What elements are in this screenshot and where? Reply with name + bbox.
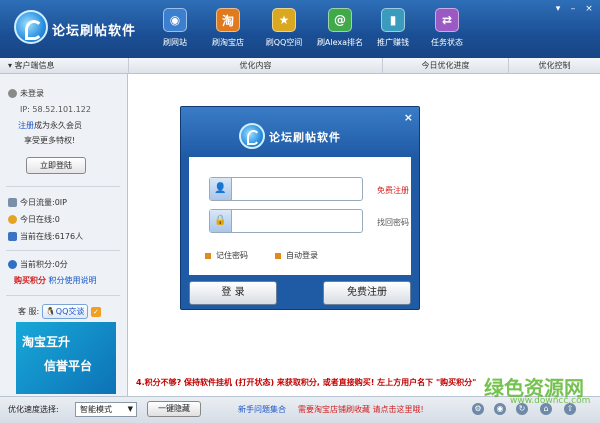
support-link[interactable]: 需要淘宝店铺刷收藏 请点击这里哦!	[298, 404, 424, 415]
login-now-button[interactable]: 立即登陆	[26, 157, 86, 174]
username-input[interactable]	[234, 180, 360, 198]
thumb-icon	[8, 198, 17, 207]
lock-icon: 🔒	[210, 210, 232, 232]
nav-item-website[interactable]: ◉ 刷网站	[150, 8, 200, 48]
column-control: 优化控制	[508, 58, 600, 74]
speed-label: 优化速度选择:	[8, 405, 59, 414]
traffic-row: 今日流量:0IP	[8, 197, 67, 208]
login-status: 未登录	[8, 88, 44, 99]
privilege-text: 享受更多特权!	[24, 136, 76, 145]
settings-icon[interactable]: ⚙	[472, 403, 484, 415]
globe-icon: ◉	[163, 8, 187, 32]
password-field[interactable]: 🔒	[209, 209, 363, 233]
nav-item-qzone[interactable]: ★ 刷QQ空间	[259, 8, 309, 48]
buy-points-link[interactable]: 购买积分	[14, 276, 46, 285]
column-client-info: ▾ 客户端信息	[8, 61, 55, 70]
register-button[interactable]: 免费注册	[323, 281, 411, 305]
users-icon	[8, 232, 17, 241]
register-link[interactable]: 注册	[18, 121, 34, 130]
qq-icon: 🐧	[45, 307, 56, 316]
customer-service-row: 客 服: 🐧QQ交谈 ✓	[18, 304, 101, 319]
taobao-icon: 淘	[216, 8, 240, 32]
dialog-body: 👤 免费注册 🔒 找回密码 记住密码 自动登录	[189, 157, 411, 275]
points-help-link[interactable]: 积分使用说明	[49, 276, 97, 285]
remember-password-checkbox[interactable]: 记住密码	[205, 250, 248, 261]
app-header: 论坛刷帖软件 ◉ 刷网站 淘 刷淘宝店 ★ 刷QQ空间 @ 刷Alexa排名 ▮…	[0, 0, 600, 58]
nav-item-task-status[interactable]: ⇄ 任务状态	[422, 8, 472, 48]
free-register-link[interactable]: 免费注册	[377, 185, 409, 196]
column-header-bar: ▾ 客户端信息 优化内容 今日优化进度 优化控制	[0, 58, 600, 74]
online-row: 今日在线:0	[8, 214, 60, 225]
at-icon: @	[328, 8, 352, 32]
app-title: 论坛刷帖软件	[52, 24, 137, 39]
column-content: 优化内容	[128, 58, 382, 74]
minimize-icon[interactable]: –	[567, 4, 579, 14]
points-row: 当前积分:0分	[8, 259, 68, 270]
taobao-banner[interactable]: 淘宝互升 信誉平台	[16, 322, 116, 394]
password-input[interactable]	[234, 212, 360, 230]
column-progress: 今日优化进度	[382, 58, 508, 74]
app-logo: 论坛刷帖软件	[14, 10, 144, 46]
client-info-panel: 未登录 IP: 58.52.101.122 注册成为永久会员 享受更多特权! 立…	[0, 74, 128, 396]
logo-icon	[239, 123, 265, 149]
points-links: 购买积分 积分使用说明	[14, 275, 97, 286]
user-icon	[8, 89, 17, 98]
clock-icon	[8, 215, 17, 224]
hide-button[interactable]: 一键隐藏	[147, 401, 201, 417]
nav-item-promote[interactable]: ▮ 推广赚钱	[368, 8, 418, 48]
divider	[6, 186, 120, 187]
current-online-row: 当前在线:6176人	[8, 231, 83, 242]
watermark-url: www.downcc.com	[510, 396, 591, 406]
chart-icon: ▮	[381, 8, 405, 32]
info-icon	[8, 260, 17, 269]
login-dialog: 论坛刷帖软件 × 👤 免费注册 🔒 找回密码 记住密码 自动登录 登 录 免费注…	[180, 106, 420, 310]
checkbox-icon	[275, 252, 281, 259]
speed-select[interactable]: 智能模式 ▼	[75, 402, 137, 417]
user-icon: 👤	[210, 178, 232, 200]
nav-item-alexa[interactable]: @ 刷Alexa排名	[315, 8, 365, 48]
checkbox-icon	[205, 252, 211, 259]
recover-password-link[interactable]: 找回密码	[377, 217, 409, 228]
dialog-header: 论坛刷帖软件 ×	[181, 107, 419, 157]
dialog-close-icon[interactable]: ×	[404, 111, 413, 124]
auto-login-checkbox[interactable]: 自动登录	[275, 250, 318, 261]
chevron-down-icon: ▼	[127, 405, 133, 413]
divider	[6, 250, 120, 251]
login-button[interactable]: 登 录	[189, 281, 277, 305]
star-icon: ★	[272, 8, 296, 32]
qq-chat-button[interactable]: 🐧QQ交谈	[41, 304, 89, 319]
notice-text: 4.积分不够? 保持软件挂机 (打开状态) 来获取积分, 或者直接购买! 左上方…	[136, 378, 477, 387]
check-icon: ✓	[90, 306, 101, 317]
close-icon[interactable]: ×	[583, 4, 595, 14]
username-field[interactable]: 👤	[209, 177, 363, 201]
divider	[6, 295, 120, 296]
nav-item-taobao[interactable]: 淘 刷淘宝店	[203, 8, 253, 48]
dialog-logo: 论坛刷帖软件	[239, 123, 369, 151]
dialog-title: 论坛刷帖软件	[269, 131, 341, 144]
faq-link[interactable]: 新手问题集合	[238, 404, 286, 415]
exchange-icon: ⇄	[435, 8, 459, 32]
eye-icon[interactable]: ◉	[494, 403, 506, 415]
ip-address: IP: 58.52.101.122	[20, 105, 91, 114]
menu-icon[interactable]: ▾	[552, 4, 564, 14]
register-row: 注册成为永久会员	[18, 121, 82, 130]
logo-icon	[14, 10, 48, 44]
